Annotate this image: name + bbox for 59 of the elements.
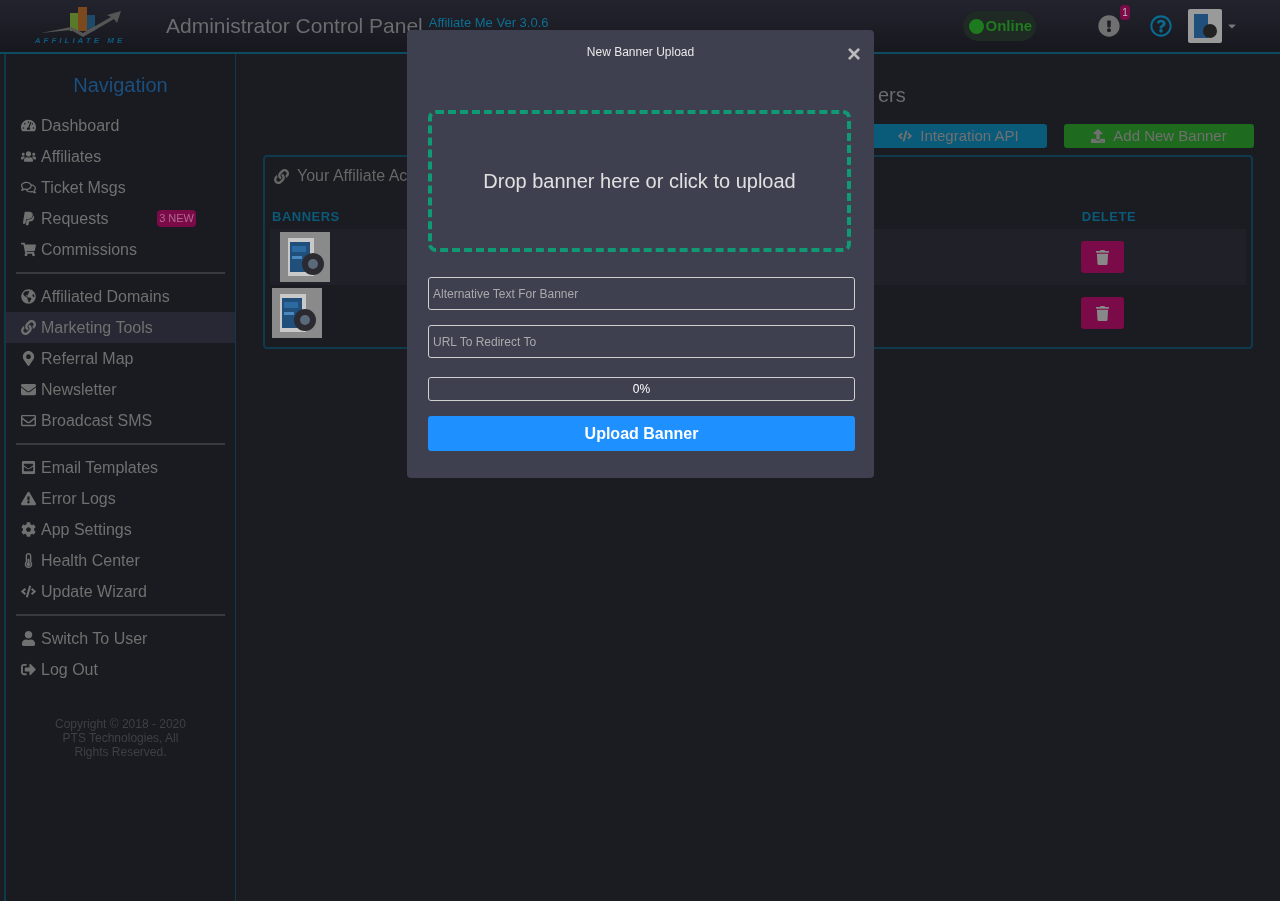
text-field[interactable]: URL To Redirect To [428, 325, 855, 358]
sidebar-title: Navigation [72, 73, 169, 98]
code-icon [898, 129, 913, 143]
upload-icon [1091, 129, 1106, 143]
delete-button[interactable] [1081, 241, 1124, 273]
trash-icon [1095, 249, 1110, 265]
envelope-icon [21, 460, 36, 475]
new-count-badge: 3 NEW [157, 210, 196, 227]
dashboard-icon [21, 118, 36, 133]
map-pin-icon [21, 351, 36, 366]
envelope-icon [21, 382, 36, 397]
delete-button[interactable] [1081, 297, 1124, 329]
sidebar-item[interactable]: Newsletter [6, 374, 235, 405]
settings-icon [21, 522, 36, 537]
sidebar-item[interactable]: Email Templates [6, 452, 235, 483]
logout-icon [21, 662, 36, 677]
sidebar-item[interactable]: Error Logs [6, 483, 235, 514]
sidebar-item[interactable]: Commissions [6, 234, 235, 265]
upload-button[interactable]: Upload Banner [428, 416, 855, 451]
close-button[interactable]: × [847, 42, 861, 66]
sidebar-item[interactable]: Switch To User [6, 623, 235, 654]
sidebar-item[interactable]: Affiliated Domains [6, 281, 235, 312]
chat-icon [21, 180, 36, 195]
sidebar-item[interactable]: Ticket Msgs [6, 172, 235, 203]
envelope-icon [21, 413, 36, 428]
link-icon [21, 320, 36, 335]
link-icon [274, 168, 289, 184]
progress-reading: 0% [631, 381, 652, 398]
globe-icon [21, 289, 36, 304]
sidebar-item[interactable]: Marketing Tools [6, 312, 235, 343]
cart-icon [21, 242, 36, 257]
sidebar-item[interactable]: Broadcast SMS [6, 405, 235, 436]
users-icon [21, 149, 36, 164]
alert-icon[interactable] [1098, 15, 1121, 37]
code-icon [21, 584, 36, 599]
text-field[interactable]: Alternative Text For Banner [428, 277, 855, 310]
dialog-title: New Banner Upload [586, 44, 695, 61]
trash-icon [1095, 305, 1110, 321]
paypal-icon [21, 211, 36, 226]
page-title: ers [878, 83, 907, 108]
sidebar-item[interactable]: Update Wizard [6, 576, 235, 607]
sidebar-item[interactable]: Requests 3 NEW [6, 203, 235, 234]
drop-zone[interactable]: Drop banner here or click to upload [428, 110, 851, 252]
sidebar-item[interactable]: App Settings [6, 514, 235, 545]
column-header: BANNERS [272, 208, 340, 227]
column-header: DELETE [1081, 208, 1137, 227]
sidebar-item[interactable]: Log Out [6, 654, 235, 685]
sidebar-item[interactable]: Health Center [6, 545, 235, 576]
user-icon [21, 631, 36, 646]
panel-title: Your Affiliate Ac [297, 166, 408, 186]
sidebar-item[interactable]: Referral Map [6, 343, 235, 374]
sidebar-item[interactable]: Dashboard [6, 110, 235, 141]
logo-text: AFFILIATE ME [34, 37, 126, 45]
help-icon[interactable] [1150, 15, 1173, 37]
version-text: Affiliate Me Ver 3.0.6 [428, 14, 549, 33]
alert-count: 1 [1120, 5, 1130, 20]
warning-icon [21, 491, 36, 506]
sidebar-item[interactable]: Affiliates [6, 141, 235, 172]
online-status: Online [962, 10, 1037, 42]
